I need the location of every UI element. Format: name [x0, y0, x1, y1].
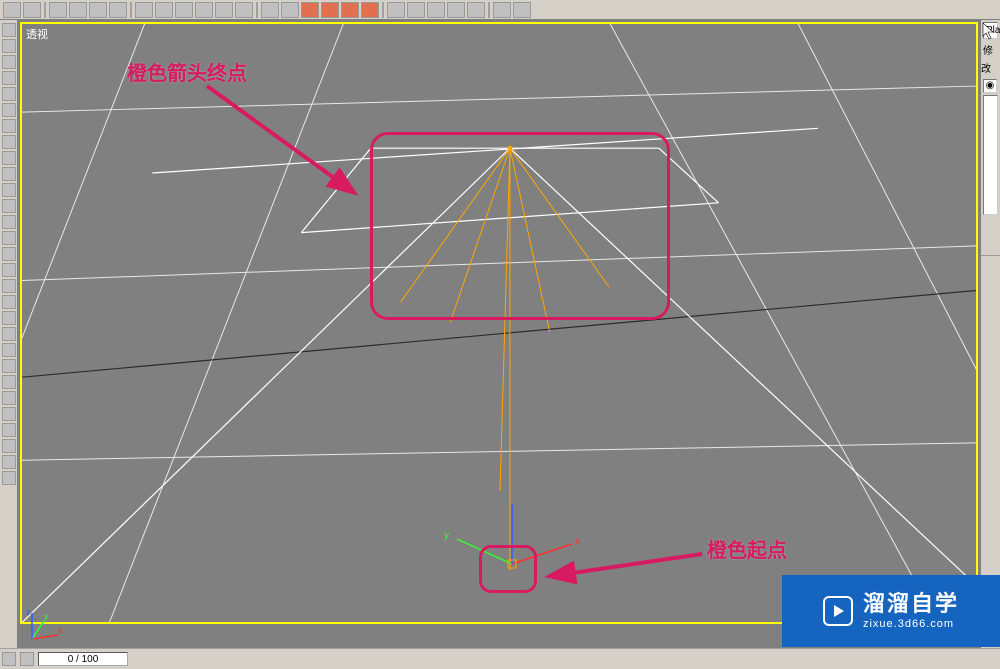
left-tool-button[interactable] [2, 295, 16, 309]
gizmo-axis-y-label: y [444, 530, 449, 541]
toolbar-button[interactable] [49, 2, 67, 18]
left-tool-button[interactable] [2, 39, 16, 53]
watermark-badge: 溜溜自学 zixue.3d66.com [782, 575, 1000, 647]
annotation-arrow-bottom [537, 544, 712, 594]
left-toolbar [0, 20, 18, 648]
left-tool-button[interactable] [2, 183, 16, 197]
toolbar-button[interactable] [407, 2, 425, 18]
left-tool-button[interactable] [2, 407, 16, 421]
left-tool-button[interactable] [2, 311, 16, 325]
svg-text:z: z [26, 607, 31, 617]
toolbar-button[interactable] [135, 2, 153, 18]
toolbar-button[interactable] [467, 2, 485, 18]
highlight-box-origin [479, 545, 537, 593]
left-tool-button[interactable] [2, 55, 16, 69]
toolbar-button[interactable] [321, 2, 339, 18]
toolbar-separator [488, 2, 490, 18]
left-tool-button[interactable] [2, 359, 16, 373]
bottom-status-bar: 0 / 100 [0, 648, 1000, 669]
left-tool-button[interactable] [2, 471, 16, 485]
toolbar-button[interactable] [281, 2, 299, 18]
left-tool-button[interactable] [2, 119, 16, 133]
watermark-subtitle: zixue.3d66.com [863, 618, 959, 631]
toolbar-separator [256, 2, 258, 18]
annotation-arrow-top [202, 81, 402, 211]
pin-icon[interactable]: ◉ [983, 79, 997, 93]
toolbar-button[interactable] [427, 2, 445, 18]
toolbar-button[interactable] [3, 2, 21, 18]
timeline-next-button[interactable] [20, 652, 34, 666]
toolbar-button[interactable] [493, 2, 511, 18]
toolbar-separator [44, 2, 46, 18]
modifier-list-label: 修改 [981, 44, 993, 77]
toolbar-button[interactable] [301, 2, 319, 18]
left-tool-button[interactable] [2, 439, 16, 453]
timeline-prev-button[interactable] [2, 652, 16, 666]
toolbar-button[interactable] [447, 2, 465, 18]
toolbar-button[interactable] [215, 2, 233, 18]
left-tool-button[interactable] [2, 423, 16, 437]
toolbar-button[interactable] [109, 2, 127, 18]
toolbar-button[interactable] [341, 2, 359, 18]
svg-text:y: y [44, 611, 49, 621]
left-tool-button[interactable] [2, 103, 16, 117]
viewport-perspective[interactable]: 透视 [20, 22, 978, 624]
top-toolbar [0, 0, 1000, 20]
toolbar-button[interactable] [69, 2, 87, 18]
left-tool-button[interactable] [2, 199, 16, 213]
left-tool-button[interactable] [2, 327, 16, 341]
left-tool-button[interactable] [2, 231, 16, 245]
toolbar-separator [382, 2, 384, 18]
left-tool-button[interactable] [2, 247, 16, 261]
highlight-box-arrow-end [370, 132, 670, 320]
toolbar-button[interactable] [23, 2, 41, 18]
toolbar-button[interactable] [235, 2, 253, 18]
toolbar-button[interactable] [513, 2, 531, 18]
toolbar-button[interactable] [89, 2, 107, 18]
right-command-panel: Pla 修改 ◉ [980, 20, 1000, 648]
left-tool-button[interactable] [2, 391, 16, 405]
left-tool-button[interactable] [2, 23, 16, 37]
left-tool-button[interactable] [2, 279, 16, 293]
toolbar-button[interactable] [387, 2, 405, 18]
left-tool-button[interactable] [2, 167, 16, 181]
toolbar-separator [130, 2, 132, 18]
left-tool-button[interactable] [2, 135, 16, 149]
world-axis-tripod: x y z [24, 607, 64, 647]
left-tool-button[interactable] [2, 375, 16, 389]
left-tool-button[interactable] [2, 263, 16, 277]
left-tool-button[interactable] [2, 215, 16, 229]
left-tool-button[interactable] [2, 71, 16, 85]
toolbar-button[interactable] [195, 2, 213, 18]
watermark-title: 溜溜自学 [863, 591, 959, 617]
left-tool-button[interactable] [2, 87, 16, 101]
toolbar-button[interactable] [155, 2, 173, 18]
svg-text:x: x [58, 625, 63, 635]
annotation-origin-label: 橙色起点 [707, 534, 787, 563]
play-icon [823, 596, 853, 626]
left-tool-button[interactable] [2, 455, 16, 469]
parameters-rollout[interactable] [981, 255, 1000, 455]
viewport-label: 透视 [26, 26, 48, 42]
timeline-frame-display[interactable]: 0 / 100 [38, 652, 128, 666]
cursor-icon [982, 22, 996, 40]
toolbar-button[interactable] [361, 2, 379, 18]
left-tool-button[interactable] [2, 151, 16, 165]
toolbar-button[interactable] [261, 2, 279, 18]
modifier-stack[interactable] [983, 95, 998, 215]
left-tool-button[interactable] [2, 343, 16, 357]
toolbar-button[interactable] [175, 2, 193, 18]
